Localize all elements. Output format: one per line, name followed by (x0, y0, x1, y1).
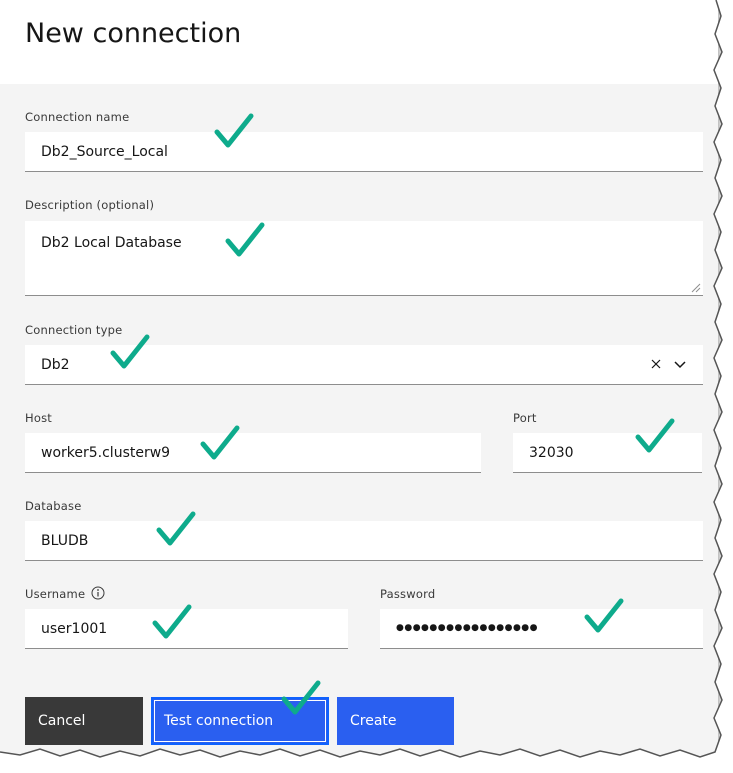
create-button[interactable]: Create (337, 697, 454, 745)
host-input[interactable]: worker5.clusterw9 (25, 433, 481, 473)
cancel-button[interactable]: Cancel (25, 697, 143, 745)
connection-name-input[interactable]: Db2_Source_Local (25, 132, 703, 172)
dialog-header: New connection (0, 0, 718, 84)
connection-type-value: Db2 (41, 357, 70, 373)
chevron-down-icon[interactable] (673, 357, 687, 371)
username-label: Username (25, 587, 86, 601)
create-button-label: Create (350, 713, 397, 729)
clear-icon[interactable] (649, 357, 663, 371)
connection-name-value: Db2_Source_Local (41, 144, 168, 160)
new-connection-dialog: New connection Connection name Db2_Sourc… (0, 0, 718, 760)
password-label: Password (380, 587, 436, 601)
test-connection-button-label: Test connection (164, 713, 274, 729)
connection-type-label: Connection type (25, 323, 123, 337)
password-input[interactable]: ●●●●●●●●●●●●●●●●● (380, 609, 703, 649)
port-label: Port (513, 411, 537, 425)
info-icon[interactable] (91, 586, 105, 600)
database-label: Database (25, 499, 82, 513)
database-input[interactable]: BLUDB (25, 521, 703, 561)
test-connection-button[interactable]: Test connection (151, 697, 329, 745)
connection-type-select[interactable]: Db2 (25, 345, 703, 385)
description-textarea[interactable]: Db2 Local Database (25, 221, 703, 296)
resize-handle-icon[interactable] (691, 283, 701, 293)
port-value: 32030 (529, 445, 574, 461)
username-value: user1001 (41, 621, 108, 637)
username-input[interactable]: user1001 (25, 609, 348, 649)
description-label: Description (optional) (25, 198, 155, 212)
dialog-title: New connection (25, 18, 242, 49)
connection-name-label: Connection name (25, 110, 130, 124)
description-value: Db2 Local Database (41, 235, 182, 251)
cancel-button-label: Cancel (38, 713, 86, 729)
host-label: Host (25, 411, 52, 425)
port-input[interactable]: 32030 (513, 433, 702, 473)
host-value: worker5.clusterw9 (41, 445, 171, 461)
database-value: BLUDB (41, 533, 89, 549)
password-value: ●●●●●●●●●●●●●●●●● (396, 623, 539, 633)
